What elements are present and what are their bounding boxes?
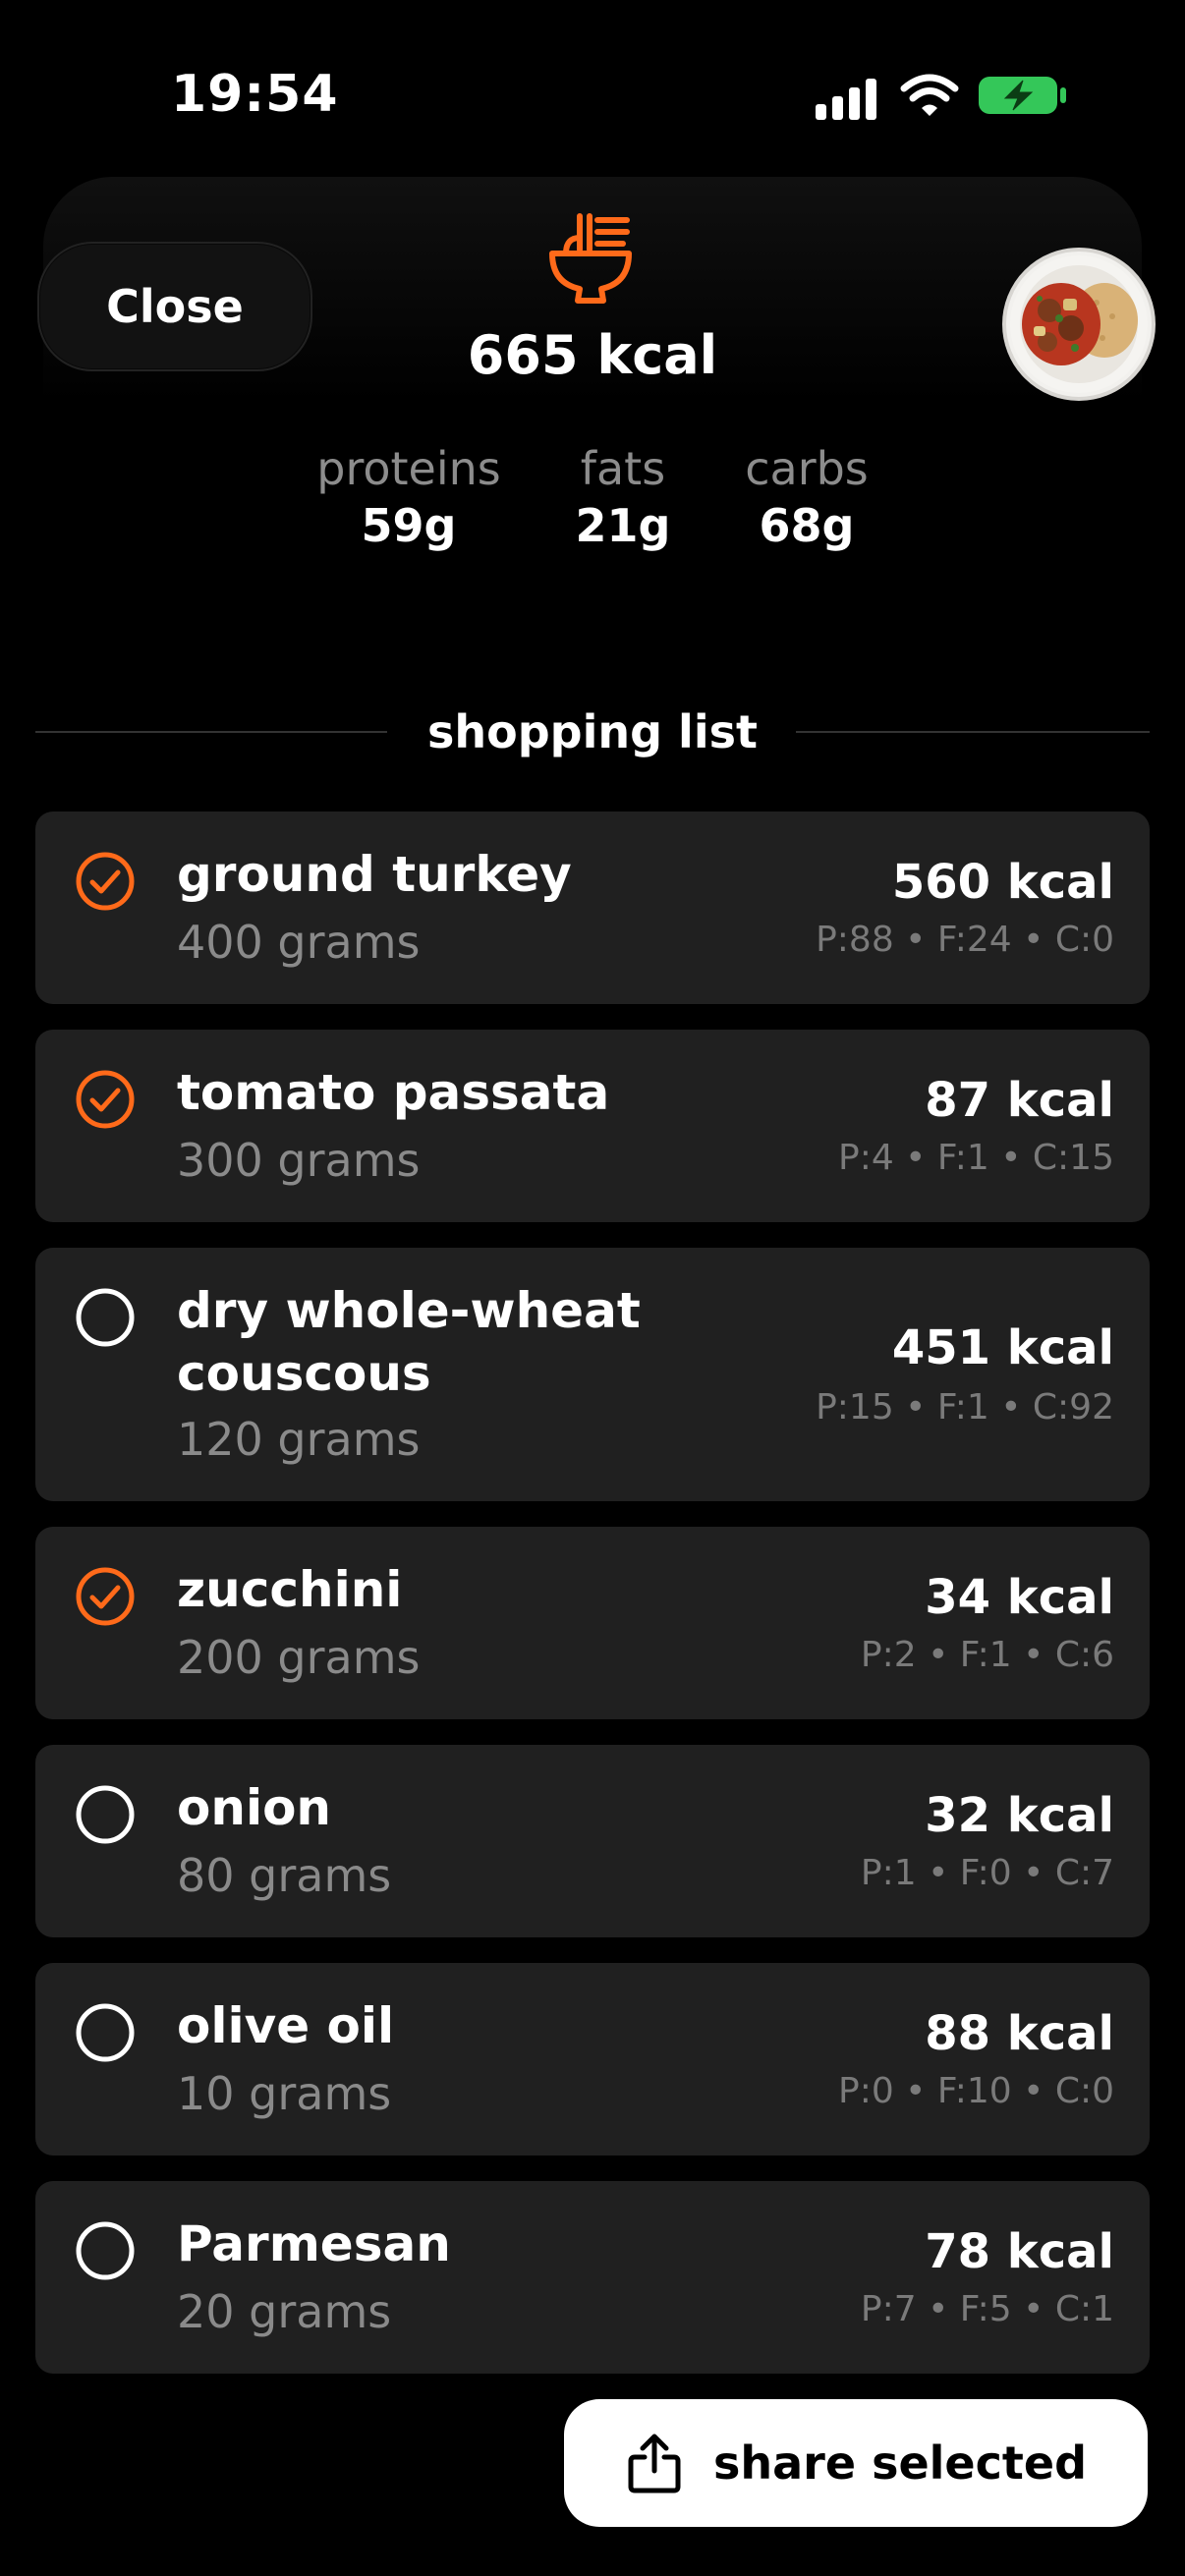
list-item[interactable]: Parmesan 20 grams 78 kcal P:7 • F:5 • C:… [35,2181,1150,2374]
item-quantity: 400 grams [177,916,421,969]
list-item[interactable]: tomato passata 300 grams 87 kcal P:4 • F… [35,1030,1150,1222]
status-bar: 19:54 [0,0,1185,187]
item-macros: P:2 • F:1 • C:6 [860,1635,1114,1675]
item-quantity: 300 grams [177,1134,421,1187]
macro-proteins: proteins 59g [310,442,507,552]
meal-photo-image [1010,255,1148,393]
section-title: shopping list [427,705,758,758]
share-selected-label: share selected [713,2436,1087,2490]
macro-carbs-label: carbs [745,442,869,495]
item-kcal: 32 kcal [925,1788,1114,1843]
share-icon [628,2434,681,2493]
item-macros: P:1 • F:0 • C:7 [860,1853,1114,1893]
item-name: olive oil [177,1997,395,2054]
macro-fats-label: fats [580,442,666,495]
item-quantity: 120 grams [177,1413,421,1466]
item-quantity: 80 grams [177,1849,392,1902]
status-time: 19:54 [171,65,339,124]
item-kcal: 78 kcal [925,2224,1114,2279]
noodle-bowl-icon [549,213,632,304]
list-item[interactable]: zucchini 200 grams 34 kcal P:2 • F:1 • C… [35,1527,1150,1719]
macro-fats: fats 21g [554,442,692,552]
cellular-signal-icon [816,79,876,120]
checked-circle-icon[interactable] [75,851,136,912]
list-item[interactable]: onion 80 grams 32 kcal P:1 • F:0 • C:7 [35,1745,1150,1937]
item-kcal: 451 kcal [891,1320,1114,1375]
checked-circle-icon[interactable] [75,1069,136,1130]
item-kcal: 88 kcal [925,2006,1114,2061]
unchecked-circle-icon[interactable] [75,2002,136,2063]
item-quantity: 10 grams [177,2067,392,2120]
meal-photo[interactable] [1002,248,1156,401]
list-item[interactable]: ground turkey 400 grams 560 kcal P:88 • … [35,812,1150,1004]
wifi-icon [900,74,959,116]
item-name: Parmesan [177,2215,451,2272]
macro-proteins-value: 59g [361,499,457,552]
item-name: dry whole-wheat couscous [177,1282,641,1402]
list-item[interactable]: olive oil 10 grams 88 kcal P:0 • F:10 • … [35,1963,1150,2156]
list-item[interactable]: dry whole-wheat couscous 120 grams 451 k… [35,1248,1150,1501]
unchecked-circle-icon[interactable] [75,1287,136,1348]
item-name: zucchini [177,1561,403,1618]
unchecked-circle-icon[interactable] [75,2220,136,2281]
item-quantity: 200 grams [177,1631,421,1684]
macro-proteins-label: proteins [316,442,501,495]
item-name: onion [177,1779,332,1836]
item-macros: P:15 • F:1 • C:92 [816,1387,1114,1428]
item-name: ground turkey [177,846,572,903]
macro-fats-value: 21g [575,499,671,552]
item-name: tomato passata [177,1064,610,1121]
item-macros: P:7 • F:5 • C:1 [860,2289,1114,2329]
item-macros: P:4 • F:1 • C:15 [837,1138,1114,1178]
share-selected-button[interactable]: share selected [564,2399,1148,2527]
item-kcal: 87 kcal [925,1073,1114,1128]
macro-carbs-value: 68g [759,499,855,552]
item-macros: P:0 • F:10 • C:0 [837,2071,1114,2111]
unchecked-circle-icon[interactable] [75,1784,136,1845]
battery-charging-icon [979,77,1066,114]
item-quantity: 20 grams [177,2285,392,2338]
item-kcal: 560 kcal [891,855,1114,910]
item-kcal: 34 kcal [925,1570,1114,1625]
macro-carbs: carbs 68g [733,442,880,552]
item-macros: P:88 • F:24 • C:0 [816,920,1114,960]
checked-circle-icon[interactable] [75,1566,136,1627]
